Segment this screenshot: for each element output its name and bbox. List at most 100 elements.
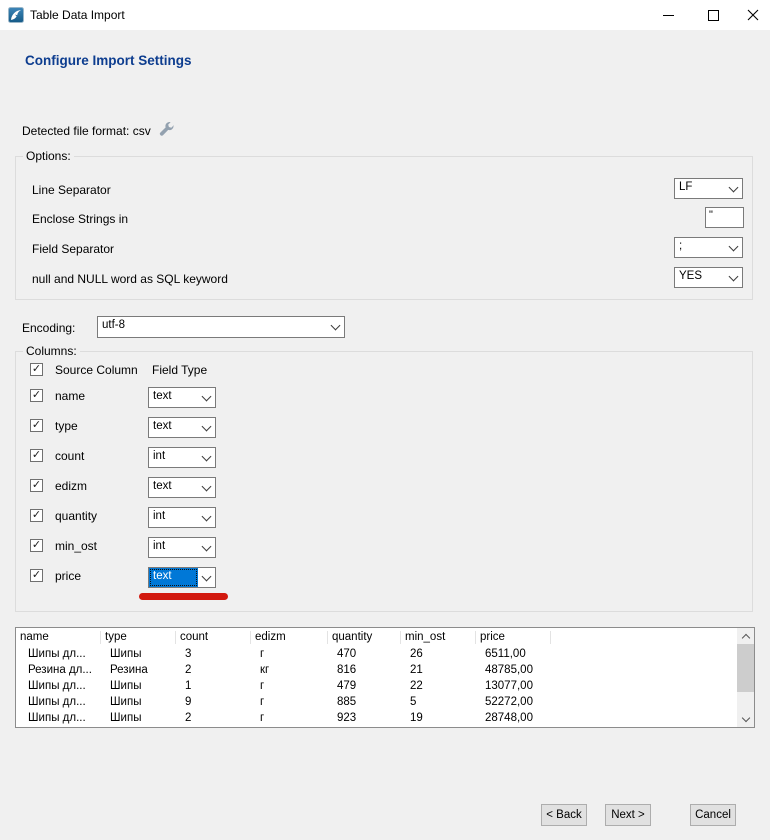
check-icon: ✓ bbox=[32, 420, 41, 430]
page-title: Configure Import Settings bbox=[25, 53, 192, 68]
field-type-value: int bbox=[149, 448, 198, 467]
preview-table: name type count edizm quantity min_ost p… bbox=[15, 627, 755, 728]
field-type-select[interactable]: text bbox=[148, 417, 216, 438]
table-row[interactable]: Шипы дл... Шипы 2 г 923 19 28748,00 bbox=[16, 710, 737, 726]
col-header-price[interactable]: price bbox=[476, 631, 551, 644]
field-separator-select[interactable]: ; bbox=[674, 237, 743, 258]
cell-quantity: 816 bbox=[328, 664, 401, 676]
field-type-select[interactable]: int bbox=[148, 507, 216, 528]
enclose-strings-label: Enclose Strings in bbox=[32, 212, 128, 226]
vertical-scrollbar[interactable] bbox=[737, 628, 754, 727]
chevron-down-icon bbox=[725, 238, 742, 257]
title-bar: Table Data Import bbox=[0, 0, 770, 30]
cell-count: 1 bbox=[176, 680, 251, 692]
field-type-value: text bbox=[149, 568, 198, 587]
cell-edizm: г bbox=[251, 712, 328, 724]
scrollbar-thumb[interactable] bbox=[737, 644, 754, 692]
field-type-value: int bbox=[149, 538, 198, 557]
cell-type: Шипы bbox=[101, 696, 176, 708]
null-keyword-label: null and NULL word as SQL keyword bbox=[32, 272, 228, 286]
field-type-value: text bbox=[149, 388, 198, 407]
table-row[interactable]: Резина дл... Резина 2 кг 816 21 48785,00 bbox=[16, 662, 737, 678]
enclose-strings-input[interactable]: " bbox=[705, 207, 744, 228]
col-header-name[interactable]: name bbox=[16, 631, 101, 644]
cell-price: 48785,00 bbox=[476, 664, 551, 676]
chevron-down-icon bbox=[725, 268, 742, 287]
cell-price: 13077,00 bbox=[476, 680, 551, 692]
cell-edizm: г bbox=[251, 696, 328, 708]
column-checkbox[interactable]: ✓ bbox=[30, 389, 43, 402]
cell-min-ost: 22 bbox=[401, 680, 476, 692]
table-row[interactable]: Шипы дл... Шипы 3 г 470 26 6511,00 bbox=[16, 646, 737, 662]
null-keyword-select[interactable]: YES bbox=[674, 267, 743, 288]
column-row: ✓ name text bbox=[0, 387, 770, 417]
cell-price: 28748,00 bbox=[476, 712, 551, 724]
wrench-icon[interactable] bbox=[158, 121, 175, 138]
preview-table-header: name type count edizm quantity min_ost p… bbox=[16, 628, 737, 646]
mysql-workbench-icon bbox=[8, 7, 24, 23]
field-type-select[interactable]: int bbox=[148, 447, 216, 468]
cell-type: Шипы bbox=[101, 680, 176, 692]
close-button[interactable] bbox=[736, 0, 770, 30]
column-row: ✓ quantity int bbox=[0, 507, 770, 537]
field-type-select[interactable]: text bbox=[148, 477, 216, 498]
minimize-icon bbox=[663, 15, 674, 16]
column-checkbox[interactable]: ✓ bbox=[30, 479, 43, 492]
chevron-down-icon bbox=[198, 478, 215, 497]
cell-quantity: 470 bbox=[328, 648, 401, 660]
column-checkbox[interactable]: ✓ bbox=[30, 419, 43, 432]
col-header-min-ost[interactable]: min_ost bbox=[401, 631, 476, 644]
encoding-select[interactable]: utf-8 bbox=[97, 316, 345, 338]
cell-quantity: 923 bbox=[328, 712, 401, 724]
check-icon: ✓ bbox=[32, 364, 41, 374]
line-separator-select[interactable]: LF bbox=[674, 178, 743, 199]
column-row: ✓ type text bbox=[0, 417, 770, 447]
back-button[interactable]: < Back bbox=[541, 804, 587, 826]
cell-min-ost: 26 bbox=[401, 648, 476, 660]
col-header-type[interactable]: type bbox=[101, 631, 176, 644]
field-type-select[interactable]: text bbox=[148, 387, 216, 408]
cell-edizm: кг bbox=[251, 664, 328, 676]
column-checkbox[interactable]: ✓ bbox=[30, 449, 43, 462]
field-type-select[interactable]: text bbox=[148, 567, 216, 588]
field-type-value: int bbox=[149, 508, 198, 527]
cell-count: 3 bbox=[176, 648, 251, 660]
cell-name: Шипы дл... bbox=[16, 712, 101, 724]
column-row: ✓ min_ost int bbox=[0, 537, 770, 567]
cancel-button[interactable]: Cancel bbox=[690, 804, 736, 826]
preview-table-body: Шипы дл... Шипы 3 г 470 26 6511,00 Резин… bbox=[16, 646, 737, 726]
cell-count: 2 bbox=[176, 712, 251, 724]
field-type-select[interactable]: int bbox=[148, 537, 216, 558]
table-row[interactable]: Шипы дл... Шипы 9 г 885 5 52272,00 bbox=[16, 694, 737, 710]
column-row: ✓ edizm text bbox=[0, 477, 770, 507]
annotation-underline bbox=[139, 593, 228, 600]
scroll-up-button[interactable] bbox=[737, 628, 754, 644]
cell-type: Шипы bbox=[101, 648, 176, 660]
check-icon: ✓ bbox=[32, 390, 41, 400]
source-column-header: Source Column bbox=[55, 363, 138, 377]
column-label: type bbox=[55, 419, 78, 433]
table-row[interactable]: Шипы дл... Шипы 1 г 479 22 13077,00 bbox=[16, 678, 737, 694]
line-separator-label: Line Separator bbox=[32, 183, 111, 197]
minimize-button[interactable] bbox=[648, 0, 688, 30]
scroll-down-button[interactable] bbox=[737, 711, 754, 727]
chevron-up-icon bbox=[741, 633, 749, 641]
col-header-count[interactable]: count bbox=[176, 631, 251, 644]
column-checkbox[interactable]: ✓ bbox=[30, 509, 43, 522]
cell-name: Резина дл... bbox=[16, 664, 101, 676]
column-label: count bbox=[55, 449, 84, 463]
cell-min-ost: 19 bbox=[401, 712, 476, 724]
options-legend: Options: bbox=[23, 149, 74, 163]
column-checkbox[interactable]: ✓ bbox=[30, 539, 43, 552]
field-type-value: text bbox=[149, 478, 198, 497]
column-row: ✓ price text bbox=[0, 567, 770, 597]
cell-quantity: 479 bbox=[328, 680, 401, 692]
maximize-button[interactable] bbox=[693, 0, 733, 30]
field-separator-label: Field Separator bbox=[32, 242, 114, 256]
next-button[interactable]: Next > bbox=[605, 804, 651, 826]
col-header-edizm[interactable]: edizm bbox=[251, 631, 328, 644]
col-header-quantity[interactable]: quantity bbox=[328, 631, 401, 644]
field-type-value: text bbox=[149, 418, 198, 437]
select-all-checkbox[interactable]: ✓ bbox=[30, 363, 43, 376]
column-checkbox[interactable]: ✓ bbox=[30, 569, 43, 582]
